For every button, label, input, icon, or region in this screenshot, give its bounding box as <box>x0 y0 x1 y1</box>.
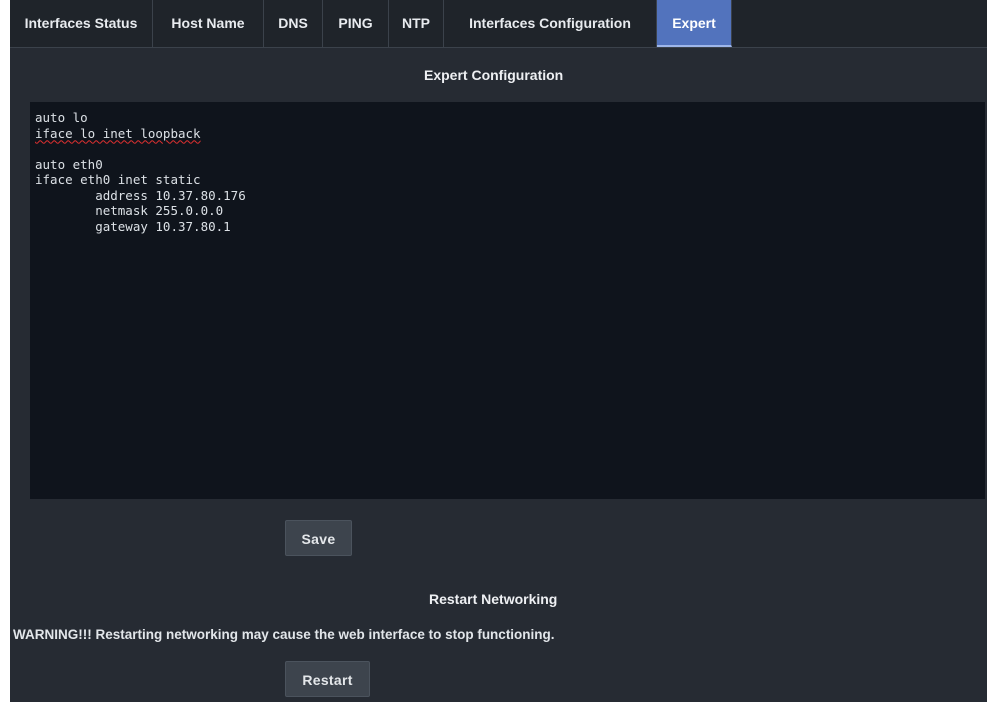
tab-interfaces-configuration[interactable]: Interfaces Configuration <box>444 0 657 47</box>
config-line <box>35 141 985 157</box>
restart-warning: WARNING!!! Restarting networking may cau… <box>13 627 555 642</box>
config-line: netmask 255.0.0.0 <box>35 203 224 218</box>
tab-interfaces-status[interactable]: Interfaces Status <box>10 0 153 47</box>
config-line: auto lo <box>35 110 88 125</box>
config-line: gateway 10.37.80.1 <box>35 218 231 234</box>
tab-ntp[interactable]: NTP <box>389 0 444 47</box>
config-line: address 10.37.80.176 <box>35 187 246 203</box>
config-line-text: iface lo inet loopback <box>35 125 201 141</box>
tab-dns[interactable]: DNS <box>264 0 323 47</box>
restart-networking-title: Restart Networking <box>429 591 558 607</box>
save-button[interactable]: Save <box>285 520 352 556</box>
config-line: auto eth0 <box>35 156 103 172</box>
tab-bar: Interfaces Status Host Name DNS PING NTP… <box>10 0 987 48</box>
tab-host-name[interactable]: Host Name <box>153 0 264 47</box>
restart-button[interactable]: Restart <box>285 661 370 697</box>
tab-ping[interactable]: PING <box>323 0 389 47</box>
config-editor[interactable]: auto lo iface lo inet loopback auto eth0… <box>30 102 985 499</box>
tab-expert[interactable]: Expert <box>657 0 732 47</box>
config-line: iface eth0 inet static <box>35 172 201 187</box>
network-settings-panel: Interfaces Status Host Name DNS PING NTP… <box>10 0 987 702</box>
expert-configuration-title: Expert Configuration <box>424 67 564 83</box>
config-line: iface lo inet loopback <box>35 126 985 142</box>
